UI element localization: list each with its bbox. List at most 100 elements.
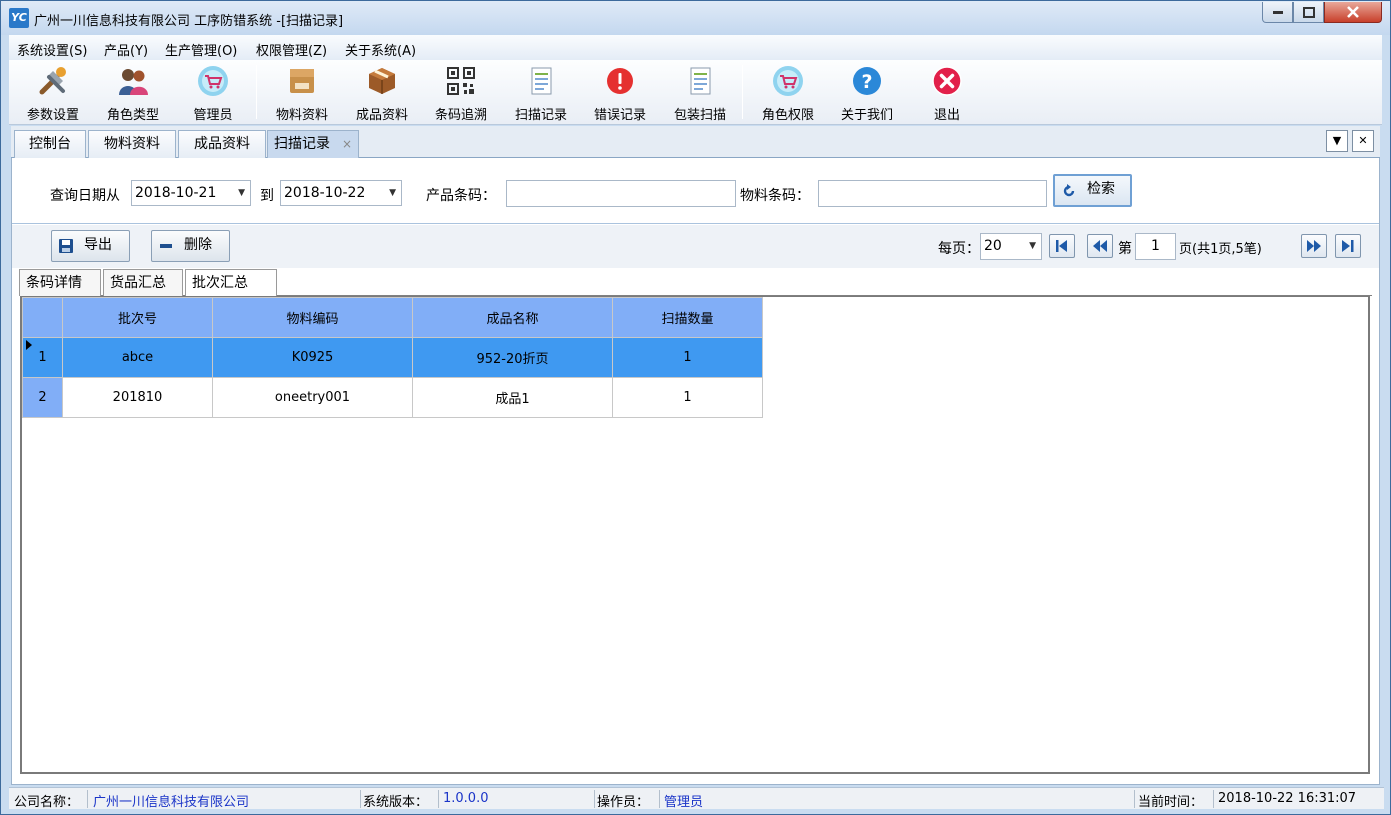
table-cell[interactable]: K0925 (212, 337, 413, 378)
table-row[interactable]: 2 201810 oneetry001 成品1 1 (22, 377, 763, 418)
tab-list-dropdown-button[interactable]: ▼ (1326, 130, 1348, 152)
tab-barcode-detail[interactable]: 条码详情 (19, 269, 101, 296)
help-icon: ? (853, 67, 881, 95)
minus-icon (160, 244, 172, 248)
box-icon (290, 69, 314, 93)
table-cell[interactable]: 1 (612, 377, 763, 418)
tools-icon (39, 67, 66, 95)
export-button[interactable]: 导出 (51, 230, 130, 262)
table-cell[interactable]: 1 (612, 337, 763, 378)
tab-batch-summary[interactable]: 批次汇总 (185, 269, 277, 297)
qrcode-icon (447, 67, 475, 95)
toolbar-role-type-button[interactable]: 角色类型 (95, 62, 171, 123)
date-to-picker[interactable]: 2018-10-22 ▼ (280, 180, 402, 206)
menu-bar: 系统设置(S) 产品(Y) 生产管理(O) 权限管理(Z) 关于系统(A) (9, 35, 1382, 60)
table-row[interactable]: 1 abce K0925 952-20折页 1 (22, 337, 763, 378)
row-header[interactable]: 1 (22, 337, 63, 378)
tab-product[interactable]: 成品资料 (178, 130, 266, 158)
previous-page-icon (1093, 240, 1107, 252)
chevron-down-icon: ▼ (238, 188, 245, 198)
operator-label: 操作员： (597, 795, 650, 810)
table-cell[interactable]: 952-20折页 (412, 337, 613, 378)
row-header-corner (22, 297, 63, 338)
material-code-input[interactable] (818, 180, 1047, 207)
toolbar-separator (256, 65, 257, 119)
sub-tab-strip: 条码详情 货品汇总 批次汇总 (19, 268, 1372, 297)
cart-icon (773, 66, 803, 96)
column-header-product-name[interactable]: 成品名称 (412, 297, 613, 338)
batch-summary-table: 批次号 物料编码 成品名称 扫描数量 1 abce K0925 952-20折页… (22, 297, 763, 418)
toolbar-params-button[interactable]: 参数设置 (15, 62, 91, 123)
version-value: 1.0.0.0 (443, 791, 489, 806)
action-panel: 导出 删除 每页： 20 ▼ 第 1 页(共1页,5笔) (12, 225, 1379, 268)
toolbar-trace-button[interactable]: 条码追溯 (423, 62, 499, 123)
version-label: 系统版本： (363, 795, 429, 810)
page-size-select[interactable]: 20 ▼ (980, 233, 1042, 260)
chevron-down-icon: ▼ (389, 188, 396, 198)
tab-goods-summary[interactable]: 货品汇总 (103, 269, 183, 296)
next-page-button[interactable] (1301, 234, 1327, 258)
close-tab-button[interactable]: ✕ (1352, 130, 1374, 152)
search-button[interactable]: 检索 (1053, 174, 1132, 207)
first-page-icon (1056, 240, 1067, 252)
tab-material[interactable]: 物料资料 (88, 130, 176, 158)
product-code-input[interactable] (506, 180, 736, 207)
menu-product[interactable]: 产品(Y) (104, 40, 148, 59)
page-number-input[interactable]: 1 (1135, 233, 1176, 260)
maximize-button[interactable] (1293, 2, 1324, 23)
column-header-batch[interactable]: 批次号 (62, 297, 213, 338)
toolbar-role-permission-button[interactable]: 角色权限 (750, 62, 826, 123)
toolbar-pack-scan-button[interactable]: 包装扫描 (662, 62, 738, 123)
title-bar: YC 广州一川信息科技有限公司 工序防错系统 -[扫描记录] (1, 1, 1390, 35)
tab-close-icon[interactable]: × (342, 137, 352, 151)
material-code-label: 物料条码： (740, 188, 810, 204)
page-info: 页(共1页,5笔) (1179, 242, 1262, 257)
search-panel: 查询日期从 2018-10-21 ▼ 到 2018-10-22 ▼ 产品条码： 物料… (12, 158, 1379, 224)
table-cell[interactable]: 201810 (62, 377, 213, 418)
table-cell[interactable]: 成品1 (412, 377, 613, 418)
table-cell[interactable]: oneetry001 (212, 377, 413, 418)
previous-page-button[interactable] (1087, 234, 1113, 258)
toolbar-scan-record-button[interactable]: 扫描记录 (503, 62, 579, 123)
toolbar-material-button[interactable]: 物料资料 (264, 62, 340, 123)
delete-button[interactable]: 删除 (151, 230, 230, 262)
toolbar-separator (742, 65, 743, 119)
toolbar-admin-button[interactable]: 管理员 (175, 62, 251, 123)
toolbar-exit-button[interactable]: 退出 (909, 62, 985, 123)
error-icon (607, 68, 633, 94)
close-window-button[interactable] (1324, 2, 1382, 23)
chevron-down-icon: ▼ (1332, 134, 1342, 147)
cart-icon (198, 66, 228, 96)
save-icon (59, 239, 73, 253)
menu-about[interactable]: 关于系统(A) (345, 40, 416, 59)
scan-record-page: 查询日期从 2018-10-21 ▼ 到 2018-10-22 ▼ 产品条码： 物料… (11, 158, 1380, 785)
menu-permissions[interactable]: 权限管理(Z) (256, 40, 327, 59)
table-cell[interactable]: abce (62, 337, 213, 378)
users-icon (119, 69, 148, 95)
toolbar: 参数设置 角色类型 管理员 物料资料 成品资料 条码追溯 扫描记录 错误记录 包… (9, 60, 1382, 125)
minimize-button[interactable] (1262, 2, 1293, 23)
last-page-button[interactable] (1335, 234, 1361, 258)
document-tab-strip: 控制台 物料资料 成品资料 扫描记录 × ▼ ✕ (11, 126, 1380, 159)
menu-production[interactable]: 生产管理(O) (165, 40, 237, 59)
first-page-button[interactable] (1049, 234, 1075, 258)
column-header-scan-count[interactable]: 扫描数量 (612, 297, 763, 338)
page-size-label: 每页： (938, 241, 980, 257)
chevron-down-icon: ▼ (1029, 241, 1036, 251)
tab-console[interactable]: 控制台 (14, 130, 86, 158)
date-from-picker[interactable]: 2018-10-21 ▼ (131, 180, 251, 206)
next-page-icon (1307, 240, 1321, 252)
document-icon (690, 67, 711, 95)
company-value: 广州一川信息科技有限公司 (93, 795, 250, 810)
data-grid: 批次号 物料编码 成品名称 扫描数量 1 abce K0925 952-20折页… (20, 296, 1370, 774)
time-value: 2018-10-22 16:31:07 (1218, 791, 1357, 806)
last-page-icon (1342, 240, 1354, 252)
close-icon: ✕ (1358, 134, 1368, 147)
row-header[interactable]: 2 (22, 377, 63, 418)
toolbar-error-record-button[interactable]: 错误记录 (582, 62, 658, 123)
toolbar-about-us-button[interactable]: ? 关于我们 (829, 62, 905, 123)
toolbar-product-button[interactable]: 成品资料 (344, 62, 420, 123)
menu-system-settings[interactable]: 系统设置(S) (17, 40, 87, 59)
tab-scan-record[interactable]: 扫描记录 × (267, 130, 359, 159)
column-header-material-code[interactable]: 物料编码 (212, 297, 413, 338)
